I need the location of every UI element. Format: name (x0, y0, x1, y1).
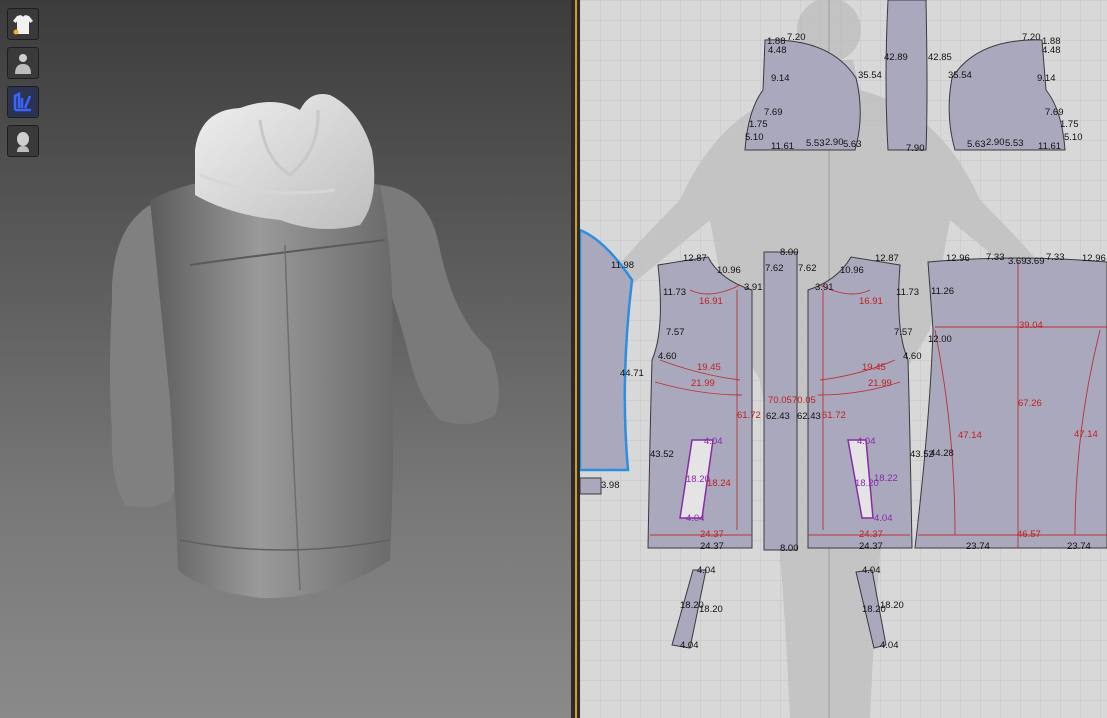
label: 7.20 (1022, 32, 1041, 43)
label: 11.61 (771, 141, 794, 152)
label: 4.48 (768, 45, 787, 56)
label: 5.53 (806, 138, 825, 149)
label: 18.22 (874, 473, 898, 484)
viewport-splitter[interactable] (571, 0, 580, 718)
label: 18.24 (707, 478, 731, 489)
label: 4.04 (686, 513, 705, 524)
label: 35.54 (858, 70, 882, 81)
label: 5.10 (1064, 132, 1083, 143)
label: 70.05 (768, 395, 792, 406)
label: 3.69 (1008, 256, 1027, 267)
label: 24.37 (859, 541, 883, 552)
label: 61.72 (737, 410, 761, 421)
label: 42.85 (928, 52, 952, 63)
label: 47.14 (958, 430, 982, 441)
label: 43.52 (650, 449, 674, 460)
label: 24.37 (859, 529, 883, 540)
label: 7.62 (798, 263, 817, 274)
label: 9.14 (771, 73, 790, 84)
label: 4.60 (903, 351, 922, 362)
label: 5.10 (745, 132, 764, 143)
label: 7.69 (764, 107, 783, 118)
label: 5.63 (967, 139, 986, 150)
label: 7.57 (894, 327, 913, 338)
label: 39.04 (1019, 320, 1043, 331)
label: 4.60 (658, 351, 677, 362)
2d-pattern-viewport[interactable]: 1.88 4.48 7.20 9.14 7.69 1.75 5.10 11.61… (580, 0, 1107, 718)
label: 44.71 (620, 368, 644, 379)
label: 4.04 (857, 436, 876, 447)
label: 47.14 (1074, 429, 1098, 440)
label: 1.75 (1060, 119, 1079, 130)
label: 24.37 (700, 529, 724, 540)
3d-viewport[interactable] (0, 0, 571, 718)
label: 23.74 (966, 541, 990, 552)
label: 67.26 (1018, 398, 1042, 409)
label: 4.04 (862, 565, 881, 576)
label: 3.69 (1026, 256, 1045, 267)
label: 7.33 (1046, 252, 1065, 263)
label: 16.91 (699, 296, 723, 307)
label: 70.05 (792, 395, 816, 406)
label: 62.43 (766, 411, 790, 422)
label: 7.33 (986, 252, 1005, 263)
label: 11.26 (931, 286, 954, 297)
label: 7.20 (787, 32, 806, 43)
label: 46.57 (1017, 529, 1041, 540)
label: 18.20 (699, 604, 723, 615)
label: 19.45 (862, 362, 886, 373)
label: 4.04 (697, 565, 716, 576)
label: 16.91 (859, 296, 883, 307)
label: 35.54 (948, 70, 972, 81)
label: 12.96 (946, 253, 970, 264)
label: 23.74 (1067, 541, 1091, 552)
label: 4.04 (704, 436, 723, 447)
label: 11.73 (896, 287, 919, 298)
label: 7.62 (765, 263, 784, 274)
label: 4.04 (874, 513, 893, 524)
label: 5.53 (1005, 138, 1024, 149)
label: 12.87 (875, 253, 899, 264)
label: 61.72 (822, 410, 846, 421)
label: 3.98 (601, 480, 620, 491)
label: 8.00 (780, 543, 799, 554)
label: 4.04 (880, 640, 899, 651)
label: 12.00 (928, 334, 952, 345)
pattern-hood-strip[interactable] (885, 0, 928, 151)
label: 1.75 (749, 119, 768, 130)
label: 44.28 (930, 448, 954, 459)
label: 24.37 (700, 541, 724, 552)
label: 3.91 (744, 282, 763, 293)
label: 11.61 (1038, 141, 1061, 152)
label: 4.48 (1042, 45, 1061, 56)
hoodie-3d-model[interactable] (0, 0, 571, 718)
pattern-left-tab[interactable] (580, 477, 602, 495)
label: 7.90 (906, 143, 925, 154)
label: 10.96 (717, 265, 741, 276)
label: 10.96 (840, 265, 864, 276)
label: 9.14 (1037, 73, 1056, 84)
label: 18.20 (880, 600, 904, 611)
label: 2.90 (825, 137, 844, 148)
label: 8.00 (780, 247, 799, 258)
label: 21.99 (691, 378, 715, 389)
label: 5.63 (843, 139, 862, 150)
pattern-back[interactable] (914, 257, 1107, 549)
label: 11.98 (611, 260, 634, 271)
label: 3.91 (815, 282, 834, 293)
label: 7.69 (1045, 107, 1064, 118)
label: 7.57 (666, 327, 685, 338)
label: 12.96 (1082, 253, 1106, 264)
label: 4.04 (680, 640, 699, 651)
label: 42.89 (884, 52, 908, 63)
label: 19.45 (697, 362, 721, 373)
label: 12.87 (683, 253, 707, 264)
label: 21.99 (868, 378, 892, 389)
label: 2.90 (986, 137, 1005, 148)
label: 62.43 (797, 411, 821, 422)
label: 11.73 (663, 287, 686, 298)
